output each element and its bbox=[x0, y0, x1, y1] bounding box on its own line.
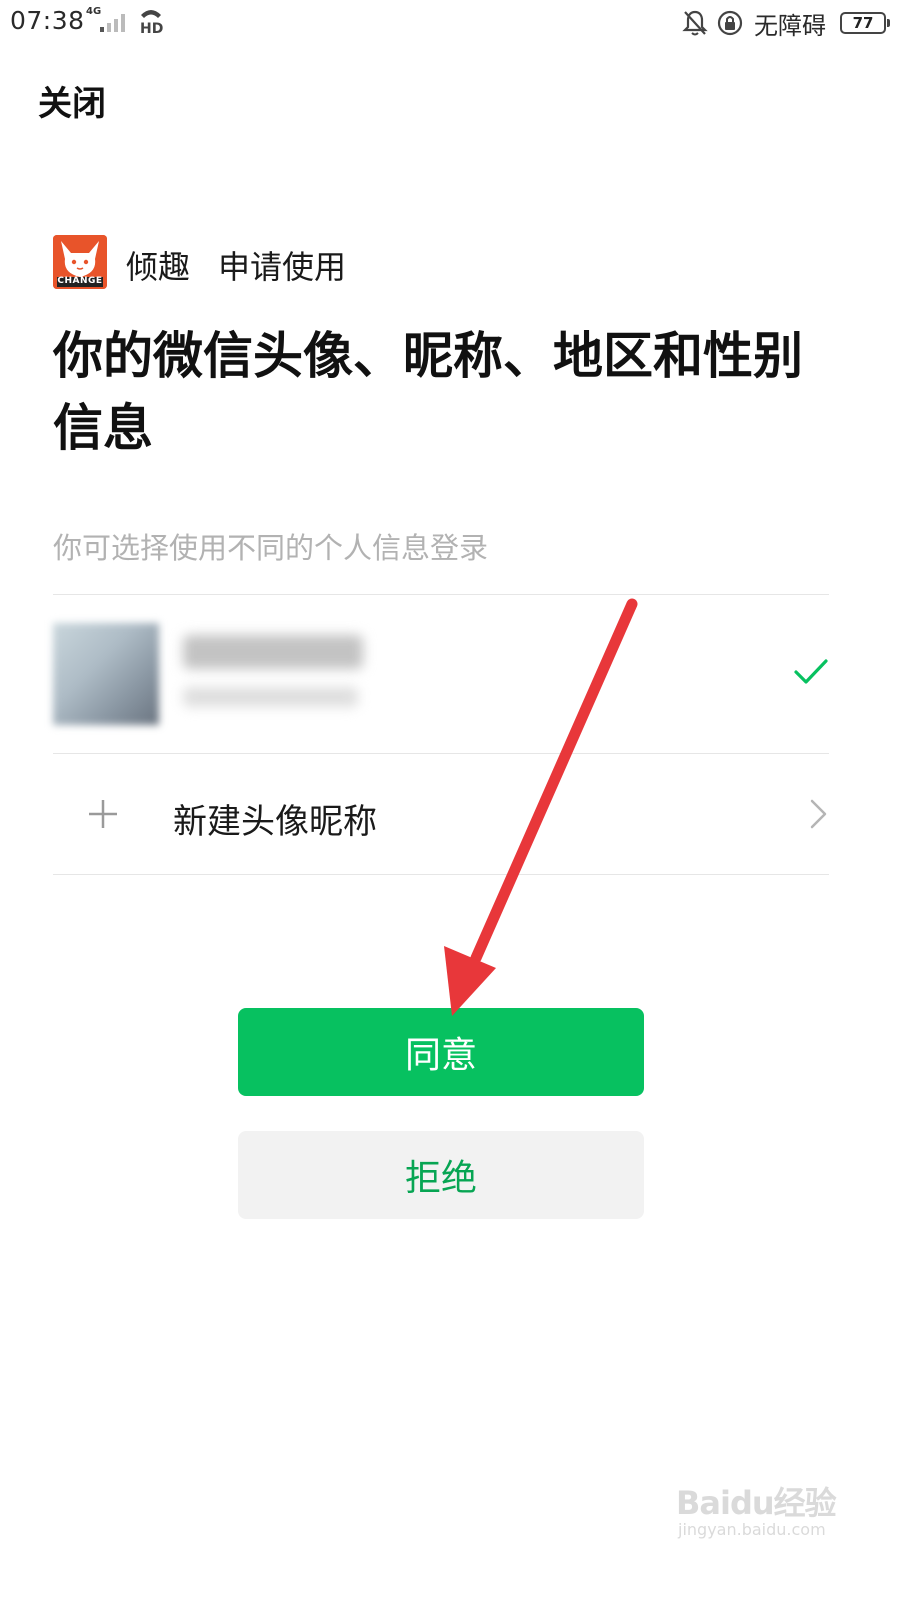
check-icon bbox=[794, 659, 828, 684]
status-time: 07:38 bbox=[10, 6, 85, 35]
status-bar: 07:38 4G HD 无障碍 77 bbox=[0, 0, 900, 48]
avatar bbox=[53, 623, 159, 725]
plus-icon bbox=[89, 800, 117, 828]
profile-option-current[interactable] bbox=[53, 595, 829, 753]
app-logo-text: CHANGE bbox=[57, 276, 103, 286]
app-name: 倾趣 bbox=[126, 248, 191, 286]
accessibility-label: 无障碍 bbox=[754, 11, 826, 40]
divider bbox=[53, 874, 829, 875]
agree-button[interactable]: 同意 bbox=[238, 1008, 644, 1096]
permission-title: 你的微信头像、昵称、地区和性别信息 bbox=[53, 327, 803, 457]
status-right: 无障碍 77 bbox=[682, 6, 890, 40]
network-type: 4G bbox=[86, 6, 102, 17]
blurred-nickname bbox=[183, 635, 363, 669]
hd-call-icon: HD bbox=[140, 10, 163, 34]
chevron-right-icon bbox=[810, 799, 827, 829]
app-request-label: 申请使用 bbox=[218, 248, 347, 286]
rotation-lock-icon bbox=[717, 10, 743, 36]
blurred-region bbox=[183, 687, 358, 707]
watermark-brand: Baidu经验 bbox=[676, 1484, 837, 1522]
battery-icon: 77 bbox=[840, 12, 890, 34]
baidu-watermark: Baidu经验 jingyan.baidu.com bbox=[676, 1472, 846, 1552]
watermark-url: jingyan.baidu.com bbox=[678, 1520, 826, 1539]
permission-subtitle: 你可选择使用不同的个人信息登录 bbox=[53, 531, 489, 565]
close-button[interactable]: 关闭 bbox=[38, 76, 106, 125]
bell-muted-icon bbox=[682, 10, 708, 36]
new-profile-option[interactable]: 新建头像昵称 bbox=[53, 754, 829, 874]
reject-button[interactable]: 拒绝 bbox=[238, 1131, 644, 1219]
signal-icon bbox=[100, 14, 125, 32]
new-profile-label: 新建头像昵称 bbox=[173, 802, 377, 842]
app-logo: CHANGE bbox=[53, 235, 107, 289]
battery-level: 77 bbox=[852, 14, 874, 32]
svg-text:HD: HD bbox=[140, 21, 163, 34]
